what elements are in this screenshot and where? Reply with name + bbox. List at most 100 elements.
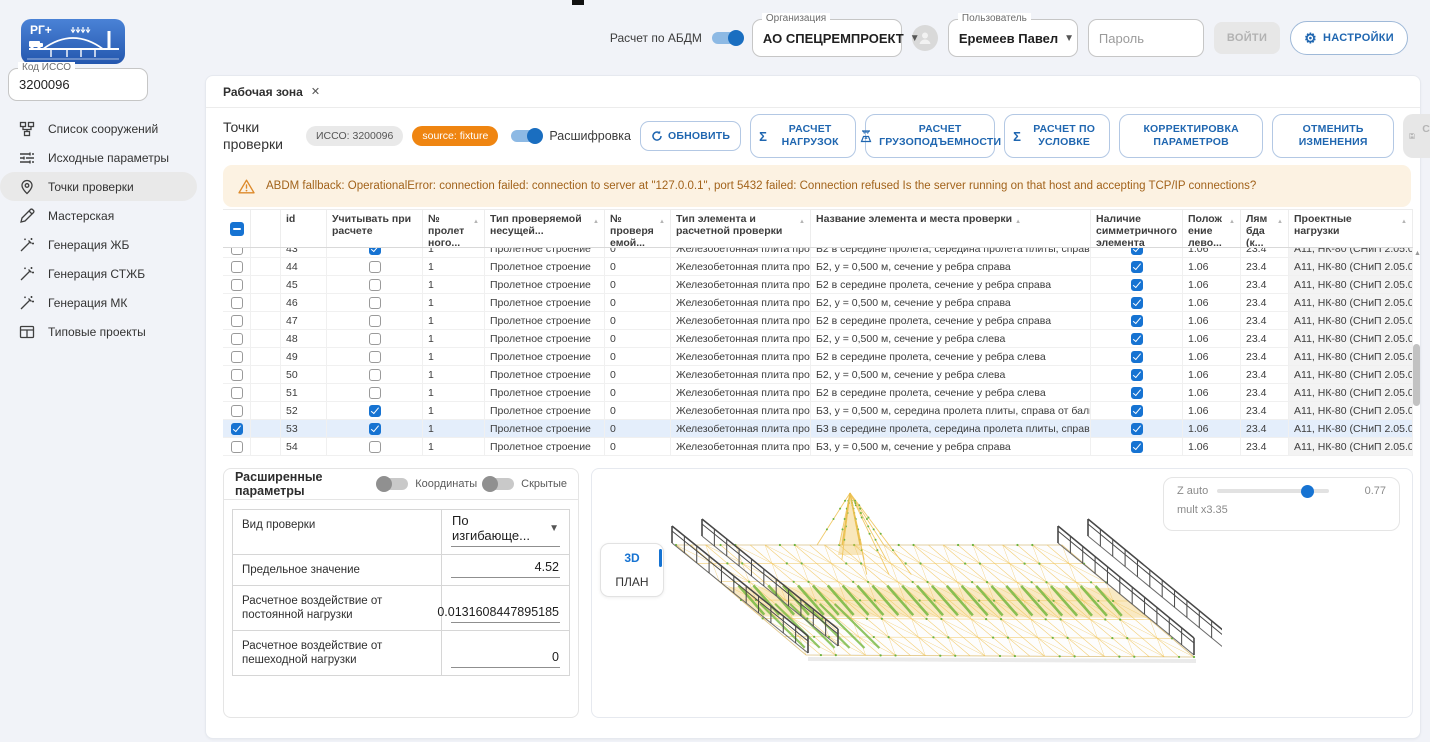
row-select-checkbox[interactable]: [230, 368, 243, 381]
consider-checkbox[interactable]: [368, 278, 381, 291]
row-select-checkbox[interactable]: [230, 248, 243, 255]
abdm-toggle[interactable]: [711, 30, 744, 46]
sidebar-item[interactable]: Типовые проекты: [0, 317, 197, 346]
tab-workzone[interactable]: Рабочая зона ✕: [223, 85, 320, 99]
password-input[interactable]: [1087, 19, 1204, 57]
isso-code-field[interactable]: Код ИССО 3200096: [8, 62, 148, 101]
table-row[interactable]: 52 1 Пролетное строение 0 Железобетонная пли…: [223, 402, 1413, 420]
consider-checkbox[interactable]: [368, 422, 381, 435]
symmetric-checkbox[interactable]: [1130, 260, 1143, 273]
sort-icon[interactable]: ▲: [1277, 213, 1283, 228]
sort-icon[interactable]: ▲: [593, 213, 599, 228]
symmetric-checkbox[interactable]: [1130, 350, 1143, 363]
sort-icon[interactable]: ▲: [659, 213, 665, 228]
param-value-input[interactable]: 0: [451, 647, 560, 668]
table-row[interactable]: 45 1 Пролетное строение 0 Железобетонная пли…: [223, 276, 1413, 294]
table-row[interactable]: 43 1 Пролетное строение 0 Железобетонная пли…: [223, 248, 1413, 258]
column-header-label[interactable]: Проектные нагрузки: [1294, 213, 1398, 237]
sort-icon[interactable]: ▲: [473, 213, 479, 228]
consider-checkbox[interactable]: [368, 350, 381, 363]
table-row[interactable]: 44 1 Пролетное строение 0 Железобетонная пли…: [223, 258, 1413, 276]
column-header-label[interactable]: № пролет ного...: [428, 213, 470, 247]
symmetric-checkbox[interactable]: [1130, 368, 1143, 381]
consider-checkbox[interactable]: [368, 248, 381, 255]
row-select-checkbox[interactable]: [230, 440, 243, 453]
user-select[interactable]: Пользователь Еремеев Павел ▼: [947, 13, 1078, 57]
save-button[interactable]: СОХРАНИТЬ(0): [1403, 114, 1430, 158]
symmetric-checkbox[interactable]: [1130, 404, 1143, 417]
refresh-button[interactable]: ОБНОВИТЬ: [640, 121, 742, 151]
consider-checkbox[interactable]: [368, 332, 381, 345]
symmetric-checkbox[interactable]: [1130, 248, 1143, 255]
sort-icon[interactable]: ▲: [1401, 213, 1407, 228]
table-row[interactable]: 49 1 Пролетное строение 0 Железобетонная пли…: [223, 348, 1413, 366]
row-select-checkbox[interactable]: [230, 260, 243, 273]
column-header-label[interactable]: № проверя емой...: [610, 213, 656, 247]
column-header-label[interactable]: Полож ение лево...: [1188, 213, 1226, 247]
row-select-checkbox[interactable]: [230, 332, 243, 345]
z-scale-slider[interactable]: [1217, 484, 1330, 498]
column-header-label[interactable]: Название элемента и места проверки: [816, 213, 1012, 225]
close-icon[interactable]: ✕: [311, 85, 320, 98]
row-select-checkbox[interactable]: [230, 296, 243, 309]
sidebar-item[interactable]: Генерация ЖБ: [0, 230, 197, 259]
sort-icon[interactable]: ▲: [1015, 213, 1021, 228]
calc-capacity-button[interactable]: РАСЧЕТ ГРУЗОПОДЪЕМНОСТИ: [860, 114, 1001, 158]
coordinates-toggle[interactable]: [376, 476, 409, 492]
column-header-label[interactable]: Тип проверяемой несущей...: [490, 213, 590, 237]
table-row[interactable]: 53 1 Пролетное строение 0 Железобетонная пли…: [223, 420, 1413, 438]
row-select-checkbox[interactable]: [230, 278, 243, 291]
symmetric-checkbox[interactable]: [1130, 440, 1143, 453]
table-row[interactable]: 50 1 Пролетное строение 0 Железобетонная пли…: [223, 366, 1413, 384]
param-select[interactable]: По изгибающе... ▼: [451, 510, 560, 547]
column-header-label[interactable]: Лям бда (к...: [1246, 213, 1274, 247]
column-header-label[interactable]: Учитывать при расчете: [332, 213, 417, 237]
model-viewer[interactable]: 3D ПЛАН Z auto 0.77 mult x3.35: [591, 468, 1413, 718]
sidebar-item[interactable]: Генерация СТЖБ: [0, 259, 197, 288]
consider-checkbox[interactable]: [368, 260, 381, 273]
calc-condition-button[interactable]: Σ РАСЧЕТ ПО УСЛОВКЕ: [1004, 114, 1111, 158]
sidebar-item[interactable]: Точки проверки: [0, 172, 197, 201]
table-row[interactable]: 47 1 Пролетное строение 0 Железобетонная пли…: [223, 312, 1413, 330]
row-select-checkbox[interactable]: [230, 386, 243, 399]
settings-button[interactable]: ⚙ НАСТРОЙКИ: [1290, 21, 1408, 55]
param-value-input[interactable]: 0.0131608447895185: [437, 602, 560, 623]
column-header-label[interactable]: id: [286, 213, 295, 225]
undo-changes-button[interactable]: ОТМЕНИТЬ ИЗМЕНЕНИЯ: [1272, 114, 1395, 158]
decrypt-toggle[interactable]: [511, 128, 544, 144]
consider-checkbox[interactable]: [368, 440, 381, 453]
row-select-checkbox[interactable]: [230, 422, 243, 435]
consider-checkbox[interactable]: [368, 404, 381, 417]
view-mode-3d[interactable]: 3D: [601, 546, 663, 570]
column-header-label[interactable]: Наличие симметричного элемента: [1096, 213, 1177, 247]
table-scrollbar-thumb[interactable]: [1413, 344, 1420, 406]
table-row[interactable]: 51 1 Пролетное строение 0 Железобетонная пли…: [223, 384, 1413, 402]
consider-checkbox[interactable]: [368, 386, 381, 399]
sidebar-item[interactable]: Мастерская: [0, 201, 197, 230]
row-select-checkbox[interactable]: [230, 314, 243, 327]
hidden-toggle[interactable]: [482, 476, 515, 492]
symmetric-checkbox[interactable]: [1130, 296, 1143, 309]
sort-icon[interactable]: ▲: [1229, 213, 1235, 228]
sort-icon[interactable]: ▲: [799, 213, 805, 228]
symmetric-checkbox[interactable]: [1130, 386, 1143, 399]
consider-checkbox[interactable]: [368, 368, 381, 381]
symmetric-checkbox[interactable]: [1130, 314, 1143, 327]
view-mode-plan[interactable]: ПЛАН: [601, 570, 663, 594]
login-button[interactable]: ВОЙТИ: [1213, 22, 1281, 54]
symmetric-checkbox[interactable]: [1130, 278, 1143, 291]
sidebar-item[interactable]: Список сооружений: [0, 114, 197, 143]
table-row[interactable]: 48 1 Пролетное строение 0 Железобетонная пли…: [223, 330, 1413, 348]
select-all-checkbox[interactable]: [229, 221, 244, 236]
table-row[interactable]: 54 1 Пролетное строение 0 Железобетонная пли…: [223, 438, 1413, 456]
organization-select[interactable]: Организация АО СПЕЦРЕМПРОЕКТ ▼: [751, 13, 920, 57]
sidebar-item[interactable]: Исходные параметры: [0, 143, 197, 172]
column-header-label[interactable]: Тип элемента и расчетной проверки: [676, 213, 796, 237]
row-select-checkbox[interactable]: [230, 350, 243, 363]
adjust-params-button[interactable]: КОРРЕКТИРОВКА ПАРАМЕТРОВ: [1119, 114, 1264, 158]
sidebar-item[interactable]: Генерация МК: [0, 288, 197, 317]
param-value-input[interactable]: 4.52: [451, 557, 560, 578]
symmetric-checkbox[interactable]: [1130, 332, 1143, 345]
row-select-checkbox[interactable]: [230, 404, 243, 417]
calc-loads-button[interactable]: Σ РАСЧЕТ НАГРУЗОК: [750, 114, 857, 158]
